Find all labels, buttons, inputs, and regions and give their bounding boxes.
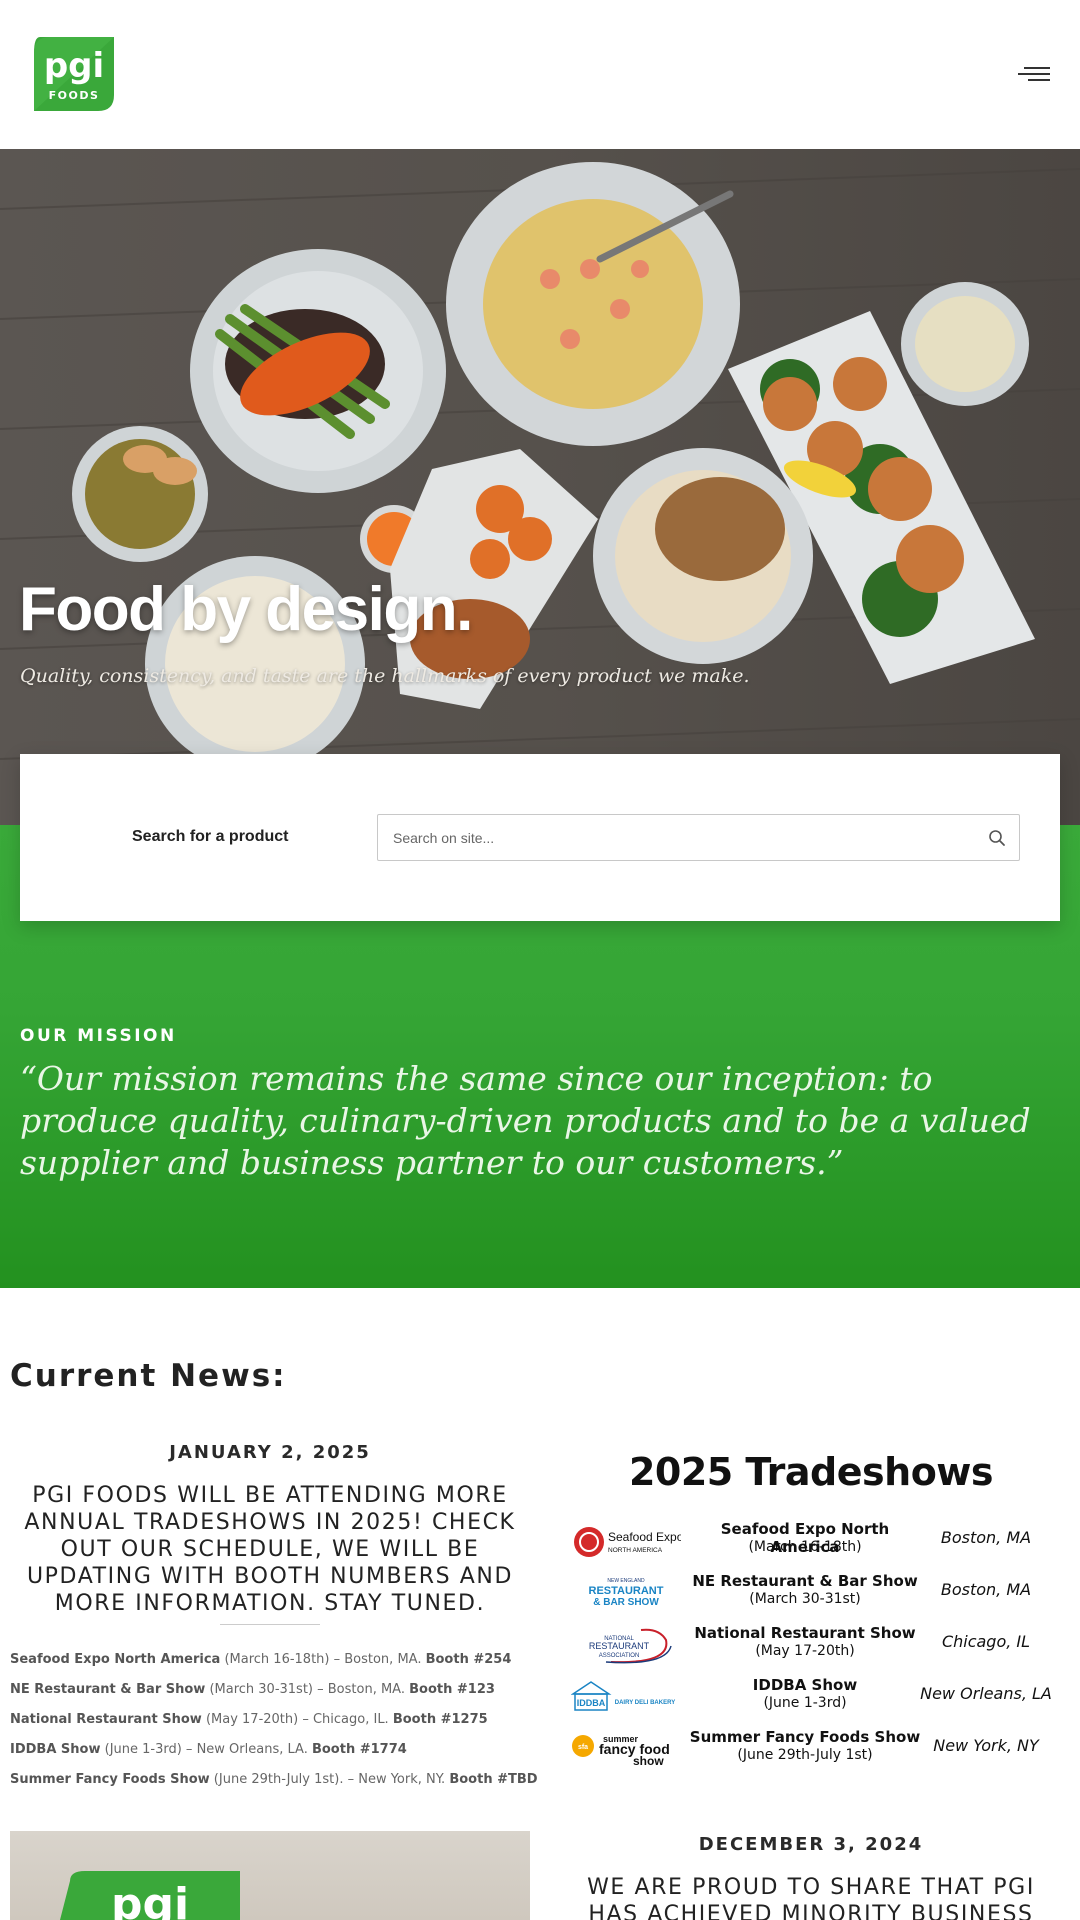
tradeshow-dates: (June 29th-July 1st) xyxy=(737,1747,873,1763)
hero-subtitle: Quality, consistency, and taste are the … xyxy=(20,665,750,687)
post-title[interactable]: PGI FOODS WILL BE ATTENDING MORE ANNUAL … xyxy=(8,1482,532,1617)
tradeshow-city: Boston, MA xyxy=(940,1528,1032,1547)
hamburger-menu-icon[interactable] xyxy=(1014,62,1050,84)
tradeshow-row: NATIONAL RESTAURANT ASSOCIATION National… xyxy=(571,1624,1051,1672)
svg-text:sfa: sfa xyxy=(578,1744,588,1751)
post-title[interactable]: WE ARE PROUD TO SHARE THAT PGI HAS ACHIE… xyxy=(566,1874,1056,1920)
list-item: IDDBA Show (June 1-3rd) – New Orleans, L… xyxy=(10,1742,407,1757)
tradeshow-dates: (June 1-3rd) xyxy=(763,1695,847,1711)
search-box xyxy=(377,814,1020,861)
svg-text:pgi: pgi xyxy=(44,46,104,86)
svg-text:& BAR SHOW: & BAR SHOW xyxy=(593,1597,659,1608)
tradeshow-row: IDDBA DAIRY DELI BAKERY IDDBA Show (June… xyxy=(571,1676,1052,1724)
tradeshow-row: sfa summer fancy food show Summer Fancy … xyxy=(571,1728,1051,1776)
list-item: National Restaurant Show (May 17-20th) –… xyxy=(10,1712,488,1727)
hero-title: Food by design. xyxy=(19,575,473,644)
list-item: NE Restaurant & Bar Show (March 30-31st)… xyxy=(10,1682,495,1697)
tradeshow-dates: (May 17-20th) xyxy=(755,1643,855,1659)
tradeshow-dates: (March 30-31st) xyxy=(749,1591,861,1607)
iddba-logo: IDDBA DAIRY DELI BAKERY xyxy=(571,1681,675,1711)
svg-text:pgi: pgi xyxy=(111,1879,189,1920)
hero-banner: Food by design. Quality, consistency, an… xyxy=(0,149,1080,825)
tradeshow-row: Seafood Expo NORTH AMERICA Seafood Expo … xyxy=(571,1520,1051,1568)
tradeshow-name: IDDBA Show xyxy=(752,1676,858,1694)
tradeshow-row: NEW ENGLAND RESTAURANT & BAR SHOW NE Res… xyxy=(571,1572,1051,1620)
ne-restaurant-bar-show-logo: NEW ENGLAND RESTAURANT & BAR SHOW xyxy=(589,1578,664,1608)
hero-food-photo xyxy=(0,149,1080,825)
tradeshow-name: Summer Fancy Foods Show xyxy=(689,1728,921,1746)
tradeshow-list: Seafood Expo North America (March 16-18t… xyxy=(10,1650,540,1800)
post-date: JANUARY 2, 2025 xyxy=(169,1442,371,1463)
svg-text:RESTAURANT: RESTAURANT xyxy=(589,1641,650,1651)
product-search-card: Search for a product xyxy=(20,754,1060,921)
svg-text:Seafood Expo: Seafood Expo xyxy=(608,1530,681,1544)
list-item: Seafood Expo North America (March 16-18t… xyxy=(10,1652,512,1667)
seafood-expo-logo: Seafood Expo NORTH AMERICA xyxy=(574,1527,681,1557)
svg-text:NORTH AMERICA: NORTH AMERICA xyxy=(608,1547,663,1554)
mission-quote: “Our mission remains the same since our … xyxy=(20,1059,1031,1182)
tradeshow-city: Chicago, IL xyxy=(941,1632,1031,1651)
national-restaurant-association-logo: NATIONAL RESTAURANT ASSOCIATION xyxy=(589,1628,672,1664)
tradeshow-city: New Orleans, LA xyxy=(920,1684,1052,1703)
post-date: DECEMBER 3, 2024 xyxy=(698,1834,924,1855)
svg-text:NEW ENGLAND: NEW ENGLAND xyxy=(607,1578,645,1584)
tradeshow-city: New York, NY xyxy=(933,1736,1039,1755)
tradeshow-name: NE Restaurant & Bar Show xyxy=(692,1572,918,1590)
summer-fancy-food-show-logo: sfa summer fancy food show xyxy=(572,1734,670,1768)
search-label: Search for a product xyxy=(132,828,289,845)
svg-text:FOODS: FOODS xyxy=(49,89,100,102)
tradeshow-city: Boston, MA xyxy=(940,1580,1032,1599)
mission-label: OUR MISSION xyxy=(20,1026,177,1046)
svg-text:RESTAURANT: RESTAURANT xyxy=(589,1585,664,1597)
search-input[interactable] xyxy=(378,815,958,860)
svg-text:DAIRY DELI BAKERY: DAIRY DELI BAKERY xyxy=(615,1700,675,1706)
svg-text:IDDBA: IDDBA xyxy=(577,1698,606,1708)
list-item: Summer Fancy Foods Show (June 29th-July … xyxy=(10,1772,538,1787)
tradeshow-dates: (March 16-18th) xyxy=(748,1539,862,1555)
tradeshow-name: National Restaurant Show xyxy=(694,1624,916,1642)
site-header: pgi FOODS xyxy=(0,0,1080,149)
news-post-image[interactable]: pgi xyxy=(10,1831,530,1920)
post-divider xyxy=(220,1624,320,1625)
tradeshows-title: 2025 Tradeshows xyxy=(628,1450,994,1494)
search-icon[interactable] xyxy=(987,828,1007,848)
pgi-foods-logo[interactable]: pgi FOODS xyxy=(30,33,118,115)
svg-text:ASSOCIATION: ASSOCIATION xyxy=(599,1653,640,1659)
svg-text:show: show xyxy=(633,1754,664,1768)
news-heading: Current News: xyxy=(10,1358,287,1394)
